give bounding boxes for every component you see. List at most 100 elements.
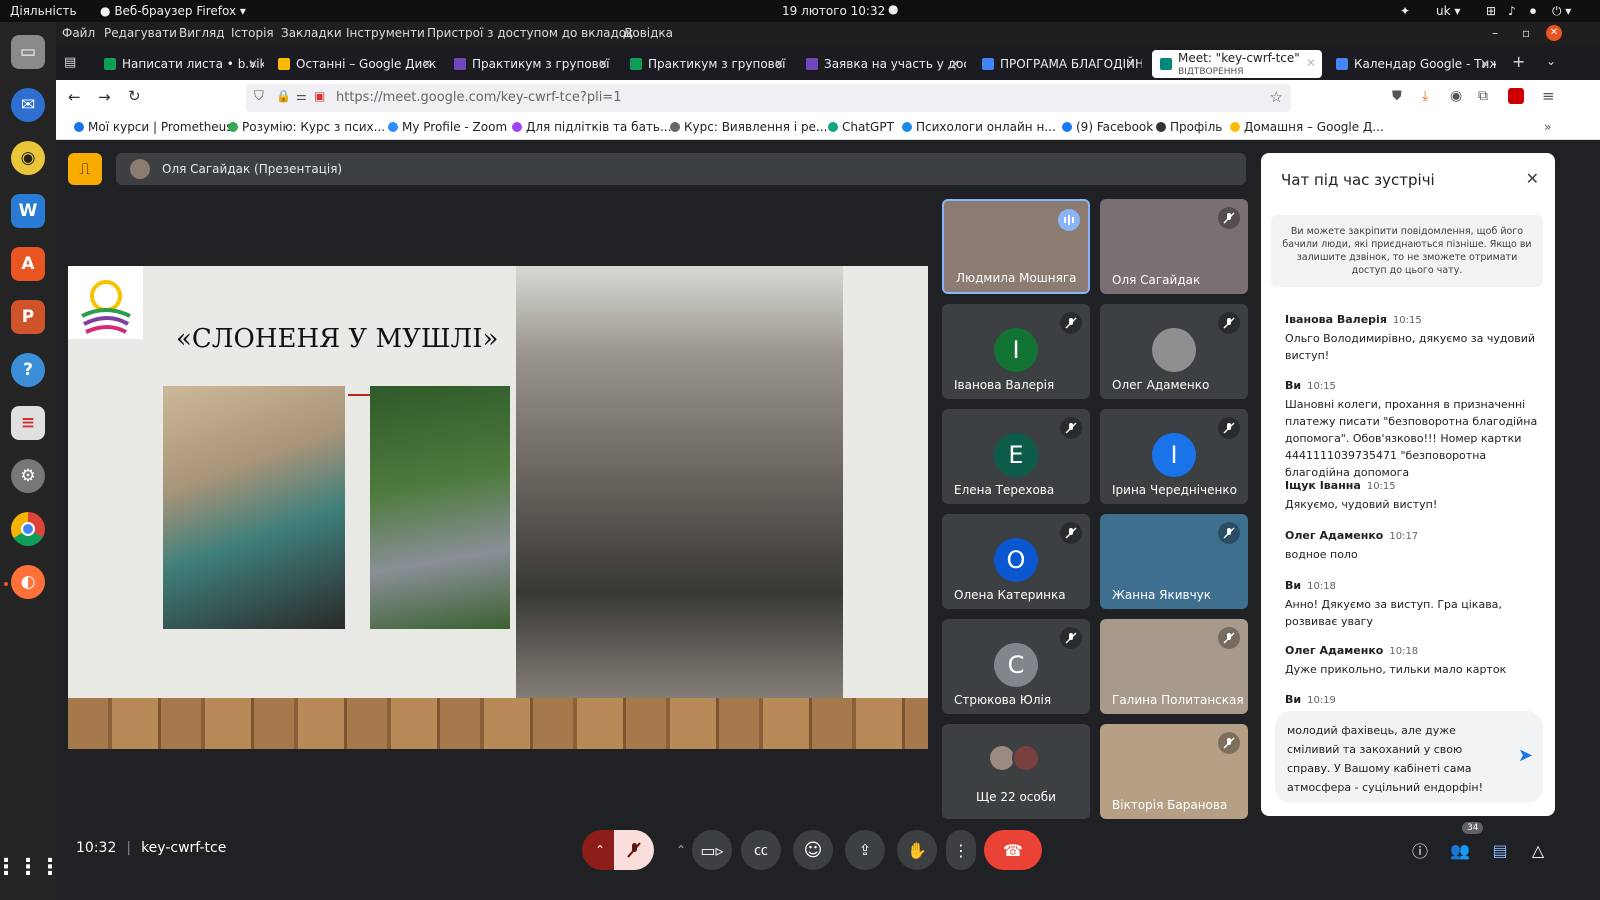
- menu-file[interactable]: Файл: [62, 26, 95, 40]
- menu-help[interactable]: Довідка: [623, 26, 673, 40]
- address-bar[interactable]: ⛉ 🔒 ⚌ ▣ https://meet.google.com/key-cwrf…: [246, 84, 1291, 112]
- close-chat-icon[interactable]: ✕: [1526, 169, 1539, 188]
- participant-tile[interactable]: Вікторія Баранова: [1100, 724, 1248, 819]
- bookmark-item[interactable]: (9) Facebook: [1062, 120, 1153, 134]
- tab-forms-1[interactable]: Практикум з групової р ✕: [446, 50, 614, 78]
- bookmark-item[interactable]: Розумію: Курс з псих...: [228, 120, 385, 134]
- activities-button[interactable]: Діяльність: [10, 4, 77, 18]
- bookmark-item[interactable]: Мої курси | Prometheus: [74, 120, 233, 134]
- tab-sheets[interactable]: Практикум з групової р ✕: [622, 50, 790, 78]
- participant-tile[interactable]: Жанна Якивчук: [1100, 514, 1248, 609]
- participant-tile[interactable]: І Ірина Чередніченко: [1100, 409, 1248, 504]
- volume-icon[interactable]: ♪: [1508, 4, 1516, 18]
- chat-button[interactable]: ▤: [1480, 830, 1520, 870]
- account-icon[interactable]: ◉: [1450, 88, 1462, 104]
- raise-hand-button[interactable]: ✋: [897, 830, 937, 870]
- files-icon[interactable]: ▭: [11, 35, 45, 69]
- meeting-details-button[interactable]: ⓘ: [1400, 830, 1440, 870]
- menu-tools[interactable]: Інструменти: [346, 26, 425, 40]
- libreoffice-impress-icon[interactable]: P: [11, 300, 45, 334]
- participant-tile[interactable]: Людмила Мошняга: [942, 199, 1090, 294]
- list-all-tabs-icon[interactable]: ⌄: [1546, 54, 1556, 68]
- tab-close-icon[interactable]: ✕: [1480, 50, 1490, 78]
- audio-options-button[interactable]: ⌃: [582, 830, 618, 870]
- forward-icon[interactable]: →: [98, 88, 111, 106]
- participant-tile[interactable]: О Олена Катеринка: [942, 514, 1090, 609]
- menu-edit[interactable]: Редагувати: [104, 26, 177, 40]
- tab-meet[interactable]: Meet: "key-cwrf-tce" ВІДТВОРЕННЯ ✕: [1152, 50, 1322, 78]
- new-tab-icon[interactable]: +: [1512, 52, 1525, 71]
- downloads-icon[interactable]: ⤓: [1422, 88, 1428, 104]
- settings-icon[interactable]: ⚙: [11, 459, 45, 493]
- extensions-icon[interactable]: ⧉: [1478, 88, 1488, 104]
- tab-forms-2[interactable]: Заявка на участь у дос ✕: [798, 50, 966, 78]
- camera-sharing-icon[interactable]: ▣: [314, 89, 325, 103]
- bookmark-item[interactable]: Для підлітків та бать...: [512, 120, 671, 134]
- power-icon[interactable]: ⏻ ▾: [1552, 4, 1571, 19]
- hamburger-menu-icon[interactable]: ≡: [1542, 87, 1555, 105]
- people-button[interactable]: 👥 34: [1440, 822, 1484, 870]
- send-icon[interactable]: ➤: [1518, 745, 1533, 766]
- firefox-dock-icon[interactable]: ◐: [11, 565, 45, 599]
- participant-tile[interactable]: І Іванова Валерія: [942, 304, 1090, 399]
- rhythmbox-icon[interactable]: ◉: [11, 141, 45, 175]
- app-menu[interactable]: ● Веб-браузер Firefox ▾: [100, 4, 246, 18]
- tab-docs[interactable]: ПРОГРАМА БЛАГОДІЙН ✕: [974, 50, 1142, 78]
- libreoffice-writer-icon[interactable]: W: [11, 194, 45, 228]
- thunderbird-icon[interactable]: ✉: [11, 88, 45, 122]
- meeting-logo-icon[interactable]: ⎍: [68, 153, 102, 185]
- participant-tile[interactable]: С Стрюкова Юлія: [942, 619, 1090, 714]
- chat-input-box[interactable]: молодий фахівець, але дуже сміливий та з…: [1275, 711, 1543, 803]
- menu-history[interactable]: Історія: [231, 26, 274, 40]
- clock[interactable]: 19 лютого 10:32: [782, 4, 885, 18]
- participant-tile[interactable]: Олег Адаменко: [1100, 304, 1248, 399]
- tab-close-icon[interactable]: ✕: [1126, 50, 1136, 78]
- tab-close-icon[interactable]: ✕: [598, 50, 608, 78]
- participant-tile[interactable]: Галина Политанская: [1100, 619, 1248, 714]
- network-icon[interactable]: ⊞: [1486, 4, 1496, 18]
- bookmark-item[interactable]: Психологи онлайн н...: [902, 120, 1056, 134]
- present-button[interactable]: ⇪: [845, 830, 885, 870]
- bookmark-item[interactable]: Профіль: [1156, 120, 1222, 134]
- dropbox-icon[interactable]: ✦: [1400, 4, 1410, 18]
- tab-overview-icon[interactable]: ▤: [64, 55, 76, 70]
- menu-bookmarks[interactable]: Закладки: [281, 26, 342, 40]
- reload-icon[interactable]: ↻: [128, 87, 141, 105]
- bookmark-item[interactable]: ChatGPT: [828, 120, 894, 134]
- lock-icon[interactable]: 🔒: [276, 89, 291, 103]
- more-bookmarks-icon[interactable]: »: [1544, 120, 1551, 134]
- minimize-window-icon[interactable]: –: [1492, 26, 1498, 40]
- pocket-icon[interactable]: ⛊: [1392, 89, 1402, 104]
- participant-tile[interactable]: Оля Сагайдак: [1100, 199, 1248, 294]
- captions-button[interactable]: ㏄: [741, 830, 781, 870]
- back-icon[interactable]: ←: [68, 88, 81, 106]
- chat-input-text[interactable]: молодий фахівець, але дуже сміливий та з…: [1287, 721, 1487, 797]
- help-icon[interactable]: ?: [11, 353, 45, 387]
- menu-view[interactable]: Вигляд: [179, 26, 225, 40]
- permissions-icon[interactable]: ⚌: [296, 89, 307, 103]
- tab-close-icon[interactable]: ✕: [248, 50, 258, 78]
- maximize-window-icon[interactable]: ▫: [1522, 26, 1530, 40]
- more-options-button[interactable]: ⋮: [946, 830, 976, 870]
- show-apps-icon[interactable]: ⋮⋮⋮: [0, 850, 61, 884]
- tab-close-icon[interactable]: ✕: [1306, 50, 1316, 77]
- app-center-icon[interactable]: A: [11, 247, 45, 281]
- participant-tile[interactable]: Е Елена Терехова: [942, 409, 1090, 504]
- microphone-icon[interactable]: ⏺: [1530, 4, 1536, 19]
- tab-close-icon[interactable]: ✕: [774, 50, 784, 78]
- reactions-button[interactable]: ☺: [793, 830, 833, 870]
- close-window-icon[interactable]: ✕: [1546, 25, 1562, 41]
- chrome-icon[interactable]: [11, 512, 45, 546]
- camera-button[interactable]: ▭▹: [692, 830, 732, 870]
- shield-icon[interactable]: ⛉: [254, 89, 264, 104]
- leave-call-button[interactable]: ☎: [984, 830, 1042, 870]
- more-participants-tile[interactable]: Ще 22 особи: [942, 724, 1090, 819]
- language-indicator[interactable]: uk ▾: [1436, 4, 1460, 18]
- tab-calendar[interactable]: Календар Google - Тиж ✕: [1328, 50, 1496, 78]
- document-viewer-icon[interactable]: ≡: [11, 406, 45, 440]
- bookmark-star-icon[interactable]: ☆: [1270, 88, 1283, 106]
- meeting-code[interactable]: key-cwrf-tce: [141, 840, 226, 856]
- ublock-icon[interactable]: [1508, 88, 1524, 104]
- bookmark-item[interactable]: Домашня – Google Д...: [1230, 120, 1384, 134]
- microphone-off-button[interactable]: [614, 830, 654, 870]
